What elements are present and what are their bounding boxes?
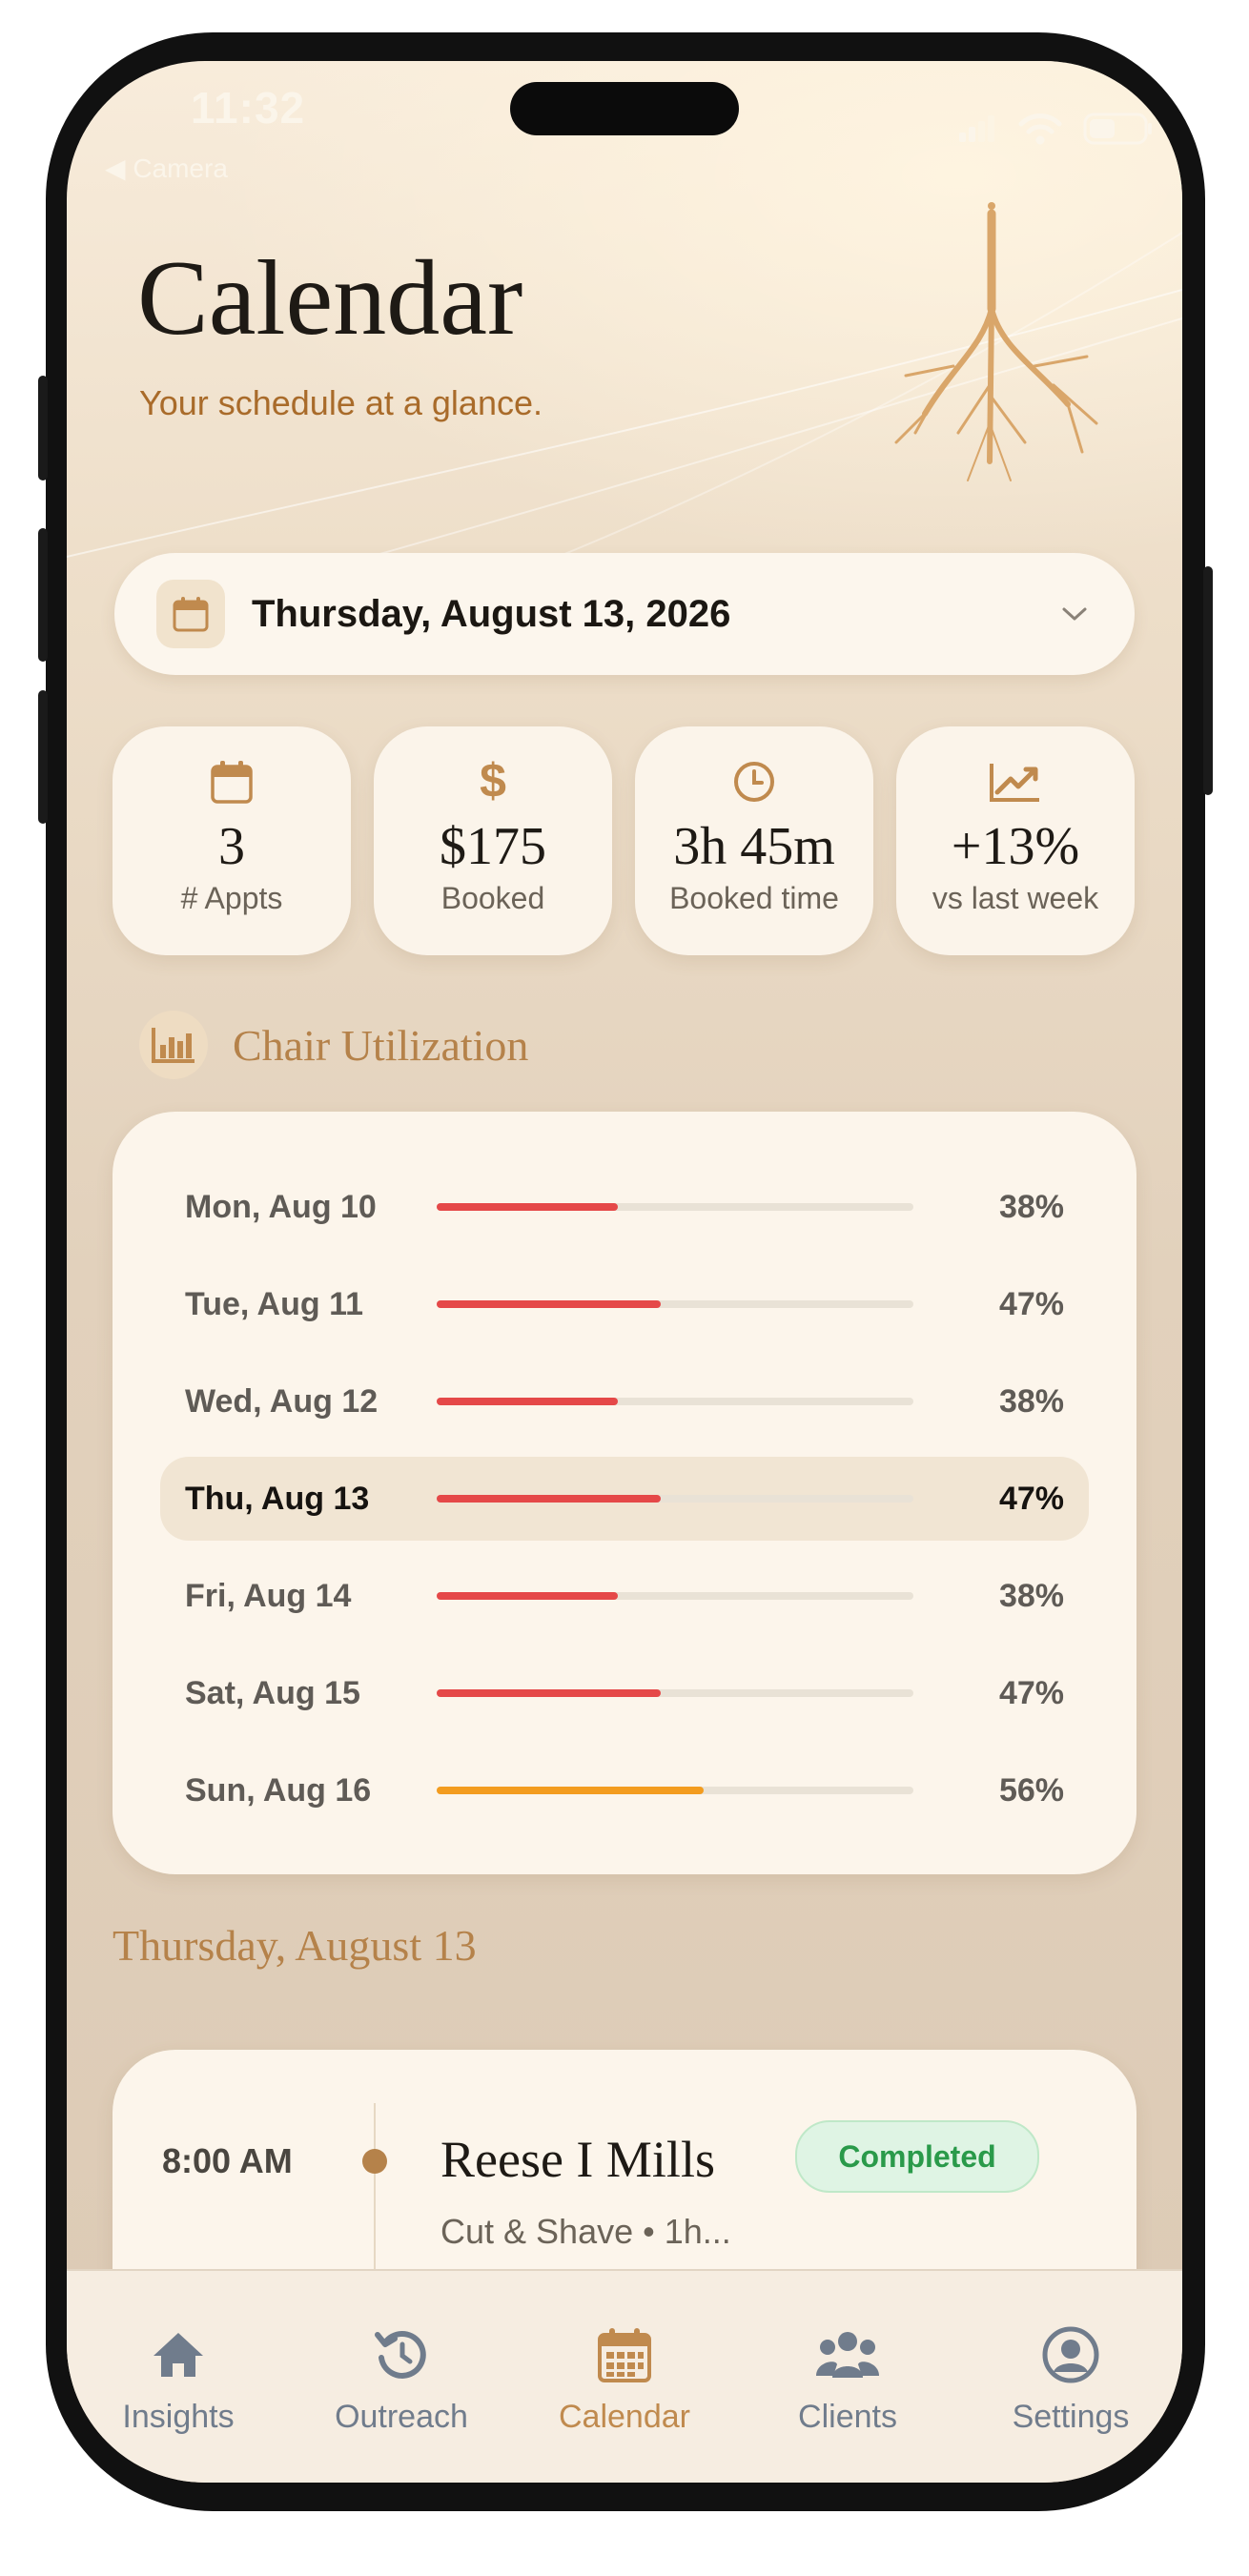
- utilization-track: [437, 1300, 913, 1308]
- utilization-track: [437, 1398, 913, 1405]
- calendar-icon: [156, 580, 225, 648]
- tab-insights[interactable]: Insights: [67, 2271, 290, 2483]
- tab-label: Settings: [1012, 2399, 1130, 2435]
- utilization-day: Thu, Aug 13: [185, 1480, 370, 1517]
- history-icon: [374, 2324, 429, 2385]
- utilization-fill: [437, 1398, 618, 1405]
- home-icon: [150, 2324, 207, 2385]
- tab-label: Insights: [122, 2399, 235, 2435]
- utilization-row[interactable]: Tue, Aug 11 47%: [160, 1262, 1089, 1346]
- utilization-percent: 47%: [998, 1285, 1064, 1322]
- utilization-row-selected[interactable]: Thu, Aug 13 47%: [160, 1457, 1089, 1541]
- stat-value: 3h 45m: [673, 817, 835, 876]
- date-picker[interactable]: Thursday, August 13, 2026: [114, 553, 1135, 675]
- mute-switch: [38, 376, 48, 480]
- utilization-track: [437, 1203, 913, 1211]
- utilization-percent: 38%: [998, 1382, 1064, 1420]
- status-icons: [959, 112, 1154, 145]
- utilization-percent: 38%: [998, 1577, 1064, 1614]
- volume-down-button: [38, 690, 48, 824]
- utilization-row[interactable]: Sat, Aug 15 47%: [160, 1651, 1089, 1735]
- tab-label: Clients: [798, 2399, 897, 2435]
- utilization-day: Sat, Aug 15: [185, 1674, 360, 1711]
- page-subtitle: Your schedule at a glance.: [139, 383, 543, 422]
- status-badge: Completed: [795, 2120, 1039, 2193]
- side-button: [1203, 566, 1213, 795]
- appointment-client: Reese I Mills: [440, 2131, 715, 2188]
- svg-text:$: $: [480, 755, 506, 808]
- tab-label: Outreach: [335, 2399, 468, 2435]
- stat-label: Booked: [440, 881, 545, 915]
- utilization-fill: [437, 1495, 661, 1503]
- trend-up-icon: [988, 755, 1043, 808]
- app-screen: 11:32 ◀ Camera Calendar Your schedule at…: [67, 61, 1182, 2483]
- utilization-fill: [437, 1592, 618, 1600]
- signal-icon: [959, 115, 994, 142]
- tab-calendar[interactable]: Calendar: [513, 2271, 736, 2483]
- utilization-row[interactable]: Fri, Aug 14 38%: [160, 1554, 1089, 1638]
- utilization-day: Fri, Aug 14: [185, 1577, 352, 1614]
- tab-bar: Insights Outreach Calendar Clients Setti…: [67, 2269, 1182, 2483]
- stat-booked-time: 3h 45m Booked time: [635, 726, 873, 955]
- utilization-percent: 47%: [998, 1674, 1064, 1711]
- dollar-icon: $: [474, 755, 512, 808]
- stat-appointments: 3 # Appts: [113, 726, 351, 955]
- stat-booked-revenue: $ $175 Booked: [374, 726, 612, 955]
- utilization-row[interactable]: Mon, Aug 10 38%: [160, 1165, 1089, 1249]
- user-circle-icon: [1042, 2324, 1099, 2385]
- utilization-percent: 47%: [998, 1480, 1064, 1517]
- appointment-time: 8:00 AM: [162, 2141, 293, 2180]
- utilization-day: Mon, Aug 10: [185, 1188, 377, 1225]
- stat-label: vs last week: [932, 881, 1099, 915]
- calendar-icon: [210, 755, 254, 808]
- day-heading: Thursday, August 13: [113, 1921, 477, 1970]
- battery-icon: [1083, 112, 1152, 145]
- stat-label: Booked time: [669, 881, 839, 915]
- tab-clients[interactable]: Clients: [736, 2271, 959, 2483]
- root-logo-icon: [894, 202, 1098, 481]
- utilization-header: Chair Utilization: [139, 1011, 528, 1079]
- stat-week-change: +13% vs last week: [896, 726, 1135, 955]
- stat-label: # Appts: [180, 881, 283, 915]
- utilization-track: [437, 1787, 913, 1794]
- tab-settings[interactable]: Settings: [959, 2271, 1182, 2483]
- status-time: 11:32: [191, 83, 306, 133]
- utilization-day: Sun, Aug 16: [185, 1771, 372, 1809]
- utilization-row[interactable]: Sun, Aug 16 56%: [160, 1748, 1089, 1832]
- utilization-title: Chair Utilization: [233, 1020, 529, 1070]
- utilization-fill: [437, 1689, 661, 1697]
- stat-value: $175: [440, 817, 546, 876]
- utilization-percent: 56%: [998, 1771, 1064, 1809]
- utilization-percent: 38%: [998, 1188, 1064, 1225]
- utilization-track: [437, 1495, 913, 1503]
- wifi-icon: [1018, 113, 1062, 145]
- back-to-camera-link[interactable]: ◀ Camera: [105, 153, 228, 184]
- stat-value: 3: [218, 817, 245, 876]
- page-title: Calendar: [137, 239, 523, 358]
- utilization-row[interactable]: Wed, Aug 12 38%: [160, 1360, 1089, 1443]
- utilization-track: [437, 1689, 913, 1697]
- utilization-card: Mon, Aug 10 38% Tue, Aug 11 47% Wed, Aug…: [113, 1112, 1136, 1874]
- dynamic-island: [510, 82, 739, 135]
- tab-outreach[interactable]: Outreach: [290, 2271, 513, 2483]
- stat-value: +13%: [951, 817, 1080, 876]
- utilization-day: Tue, Aug 11: [185, 1285, 364, 1322]
- utilization-fill: [437, 1300, 661, 1308]
- calendar-icon: [597, 2324, 652, 2385]
- bar-chart-icon: [139, 1011, 208, 1079]
- appointment-service: Cut & Shave • 1h...: [440, 2212, 731, 2251]
- utilization-fill: [437, 1787, 704, 1794]
- utilization-fill: [437, 1203, 618, 1211]
- tab-label: Calendar: [559, 2399, 690, 2435]
- selected-date: Thursday, August 13, 2026: [252, 592, 731, 635]
- utilization-track: [437, 1592, 913, 1600]
- users-icon: [816, 2324, 879, 2385]
- clock-icon: [732, 755, 776, 808]
- chevron-down-icon: [1062, 607, 1087, 621]
- timeline-dot: [362, 2149, 387, 2174]
- volume-up-button: [38, 528, 48, 662]
- utilization-day: Wed, Aug 12: [185, 1382, 379, 1420]
- stats-row: 3 # Appts $ $175 Booked 3h 45m Booked ti…: [113, 726, 1136, 955]
